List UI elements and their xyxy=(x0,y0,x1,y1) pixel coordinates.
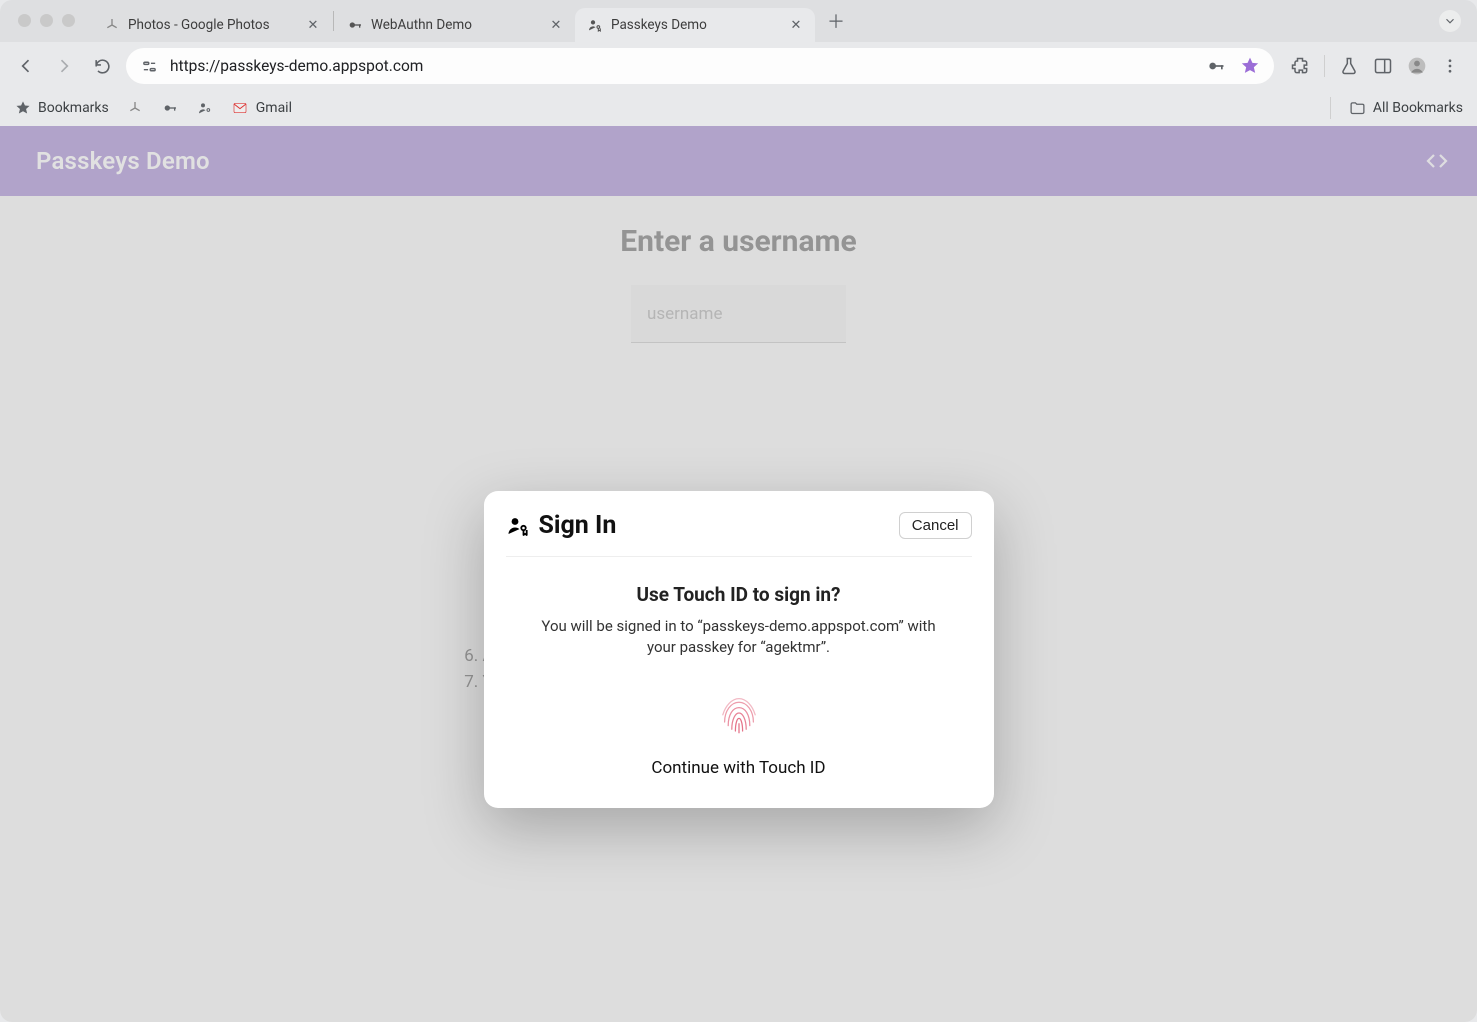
address-bar[interactable]: https://passkeys-demo.appspot.com xyxy=(126,48,1274,84)
page-viewport: Passkeys Demo Enter a username username … xyxy=(0,126,1477,1022)
dialog-body: Use Touch ID to sign in? You will be sig… xyxy=(506,583,972,778)
person-key-icon xyxy=(506,514,530,538)
tab-photos[interactable]: Photos - Google Photos ✕ xyxy=(92,8,332,42)
close-icon[interactable]: ✕ xyxy=(549,18,563,32)
fingerprint-icon[interactable] xyxy=(712,686,766,740)
tabs-dropdown-button[interactable] xyxy=(1439,10,1461,32)
star-icon xyxy=(14,100,31,117)
folder-icon xyxy=(1349,100,1366,117)
browser-window: Photos - Google Photos ✕ WebAuthn Demo ✕… xyxy=(0,0,1477,1022)
password-key-icon[interactable] xyxy=(1206,56,1226,76)
dialog-question: Use Touch ID to sign in? xyxy=(506,583,972,606)
key-icon xyxy=(162,100,179,117)
sidepanel-icon[interactable] xyxy=(1373,56,1393,76)
person-key-icon xyxy=(197,100,214,117)
close-icon[interactable]: ✕ xyxy=(789,18,803,32)
labs-icon[interactable] xyxy=(1339,56,1359,76)
bookmarks-menu[interactable]: Bookmarks xyxy=(14,100,109,117)
tab-title: Passkeys Demo xyxy=(611,17,781,33)
tab-webauthn[interactable]: WebAuthn Demo ✕ xyxy=(335,8,575,42)
all-bookmarks-label: All Bookmarks xyxy=(1373,100,1463,116)
tab-divider xyxy=(333,11,334,31)
tab-title: WebAuthn Demo xyxy=(371,17,541,33)
forward-button[interactable] xyxy=(50,52,78,80)
separator xyxy=(1330,97,1331,119)
gmail-icon xyxy=(232,100,249,117)
pinwheel-icon xyxy=(104,17,120,33)
toolbar: https://passkeys-demo.appspot.com xyxy=(0,42,1477,90)
all-bookmarks-button[interactable]: All Bookmarks xyxy=(1349,100,1463,117)
bookmark-gmail[interactable]: Gmail xyxy=(232,100,292,117)
tab-passkeys[interactable]: Passkeys Demo ✕ xyxy=(575,8,815,42)
bookmark-person-key[interactable] xyxy=(197,100,214,117)
bookmark-star-icon[interactable] xyxy=(1240,56,1260,76)
close-icon[interactable]: ✕ xyxy=(306,18,320,32)
window-controls xyxy=(18,14,75,27)
dialog-title: Sign In xyxy=(539,511,617,540)
new-tab-button[interactable]: ＋ xyxy=(821,6,851,36)
signin-dialog: Sign In Cancel Use Touch ID to sign in? … xyxy=(484,491,994,808)
person-key-icon xyxy=(587,17,603,33)
traffic-close[interactable] xyxy=(18,14,31,27)
profile-avatar[interactable] xyxy=(1407,56,1427,76)
url-text: https://passkeys-demo.appspot.com xyxy=(170,57,1194,75)
back-button[interactable] xyxy=(12,52,40,80)
extensions-icon[interactable] xyxy=(1290,56,1310,76)
traffic-minimize[interactable] xyxy=(40,14,53,27)
reload-button[interactable] xyxy=(88,52,116,80)
menu-icon[interactable] xyxy=(1441,57,1459,75)
continue-label: Continue with Touch ID xyxy=(506,758,972,778)
dialog-subtitle: You will be signed in to “passkeys-demo.… xyxy=(529,616,949,658)
bookmarks-bar: Bookmarks Gmail xyxy=(0,90,1477,126)
bookmarks-label: Bookmarks xyxy=(38,100,109,116)
bookmark-key[interactable] xyxy=(162,100,179,117)
bookmark-pinwheel[interactable] xyxy=(127,100,144,117)
dialog-header: Sign In Cancel xyxy=(506,511,972,557)
separator xyxy=(1324,55,1325,77)
cancel-button[interactable]: Cancel xyxy=(899,512,972,539)
tab-title: Photos - Google Photos xyxy=(128,17,298,33)
site-settings-icon[interactable] xyxy=(140,57,158,75)
gmail-label: Gmail xyxy=(256,100,292,116)
tab-strip: Photos - Google Photos ✕ WebAuthn Demo ✕… xyxy=(0,0,1477,42)
key-icon xyxy=(347,17,363,33)
traffic-zoom[interactable] xyxy=(62,14,75,27)
pinwheel-icon xyxy=(127,100,144,117)
tabs: Photos - Google Photos ✕ WebAuthn Demo ✕… xyxy=(92,0,851,42)
toolbar-actions xyxy=(1284,55,1465,77)
